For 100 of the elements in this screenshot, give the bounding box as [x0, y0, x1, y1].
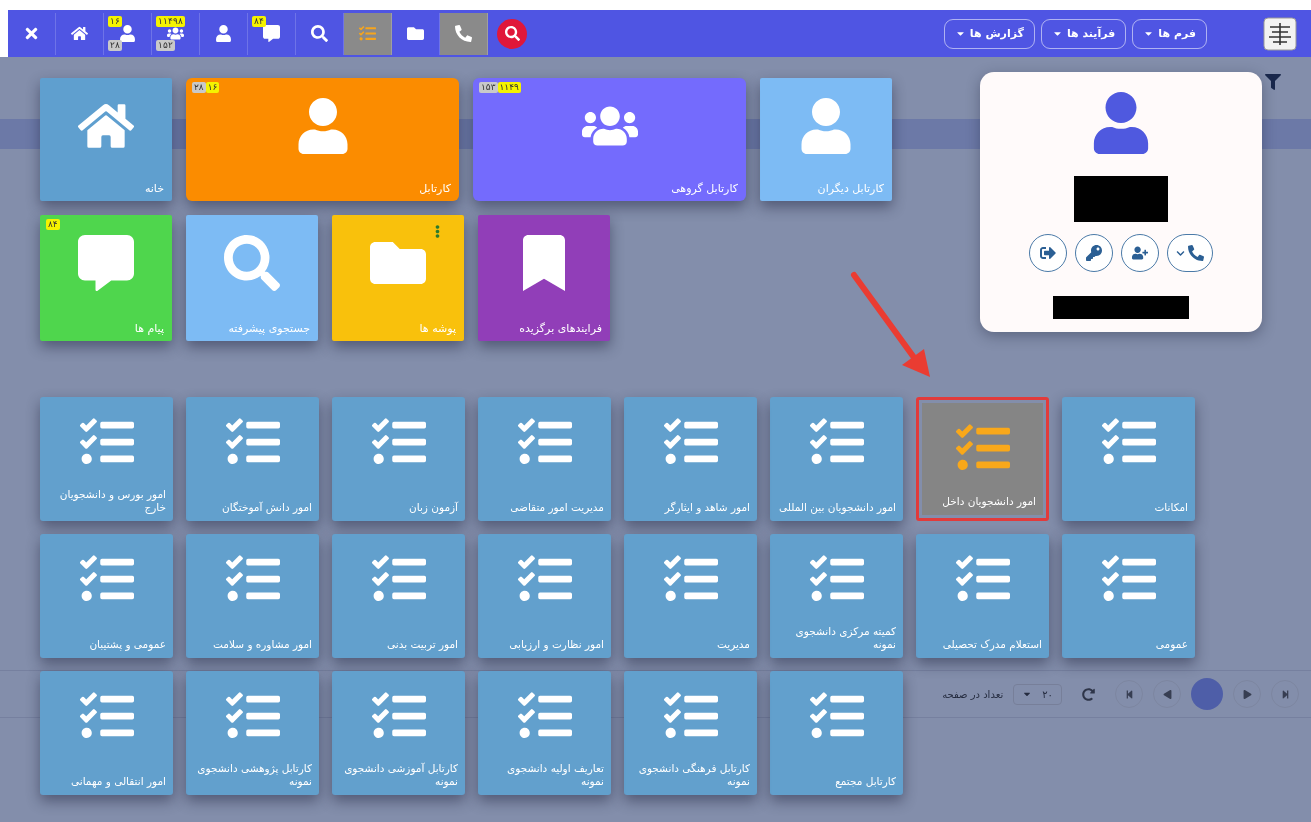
module-tile[interactable]: امور مشاوره و سلامت	[186, 534, 319, 658]
tile-label: کارتابل دیگران	[816, 182, 884, 195]
module-tile[interactable]: امور نظارت و ارزیابی	[478, 534, 611, 658]
count-badge: ۲۸	[192, 82, 206, 93]
user-badge-icon	[119, 25, 136, 42]
speech-bubble-icon	[78, 235, 134, 291]
refresh-icon	[1082, 687, 1095, 701]
module-tile[interactable]: عمومی	[1062, 534, 1195, 658]
tile-label: کارتابل پژوهشی دانشجوی نمونه	[196, 762, 313, 790]
module-tile[interactable]: امور دانش آموختگان	[186, 397, 319, 521]
tile-label: مدیریت امور متقاضی	[509, 501, 605, 516]
skip-forward-icon	[1280, 689, 1290, 699]
count-badge: ۱۶	[108, 15, 122, 27]
search-icon	[224, 235, 280, 291]
count-badge: ۱۵۲	[156, 39, 175, 51]
tile-label: پوشه ها	[418, 322, 456, 335]
add-user-icon	[1132, 245, 1148, 261]
shortcut-tile[interactable]: جستجوی پیشرفته	[186, 215, 318, 341]
chevron-icon	[1176, 248, 1185, 258]
menu-dropdown[interactable]: فرم ها	[1132, 18, 1207, 49]
module-tile[interactable]: تعاریف اولیه دانشجوی نمونه	[478, 671, 611, 795]
tile-label: تعاریف اولیه دانشجوی نمونه	[506, 762, 605, 790]
search-icon	[504, 26, 520, 41]
add-user-button[interactable]	[1121, 234, 1159, 272]
tile-label: امور دانشجویان بین المللی	[778, 501, 897, 516]
logout-button[interactable]	[1029, 234, 1067, 272]
logo-icon	[1263, 16, 1297, 51]
shortcut-tile[interactable]: ۱۱۴۹ ۱۵۳ کارتابل گروهی	[473, 78, 746, 201]
shortcut-tile[interactable]: ۱۶ ۲۸ کارتابل	[186, 78, 459, 201]
shortcut-tile[interactable]: فرایندهای برگزیده	[478, 215, 610, 341]
folder-icon	[407, 25, 424, 42]
shortcut-tile[interactable]: پوشه ها	[332, 215, 464, 341]
tile-label: استعلام مدرک تحصیلی	[941, 638, 1043, 653]
tile-label: پیام ها	[133, 322, 164, 335]
tile-label: عمومی و پشتیبان	[88, 638, 167, 653]
close-icon	[23, 25, 40, 42]
count-badge: ۸۴	[252, 15, 266, 27]
page-size-select[interactable]: ۲۰	[1013, 683, 1062, 705]
tile-label: آزمون زبان	[408, 501, 459, 516]
key-button[interactable]	[1075, 234, 1113, 272]
module-tile[interactable]: عمومی و پشتیبان	[40, 534, 173, 658]
module-tile[interactable]: امور شاهد و ایثارگر	[624, 397, 757, 521]
filter-icon	[1265, 74, 1281, 90]
message-button[interactable]: ۸۴	[248, 12, 296, 55]
tile-label: امور مشاوره و سلامت	[212, 638, 313, 653]
users-badge-button[interactable]: ۱۱۴۹۸ ۱۵۲	[152, 12, 200, 55]
shortcut-tile[interactable]: کارتابل دیگران	[760, 78, 892, 201]
home-icon	[71, 25, 88, 42]
tile-label: عمومی	[1154, 638, 1189, 653]
tile-label: جستجوی پیشرفته	[227, 322, 310, 335]
page-size-label: تعداد در صفحه	[942, 688, 1004, 700]
module-tile[interactable]: آزمون زبان	[332, 397, 465, 521]
module-tile[interactable]: مدیریت	[624, 534, 757, 658]
module-tile[interactable]: امور تربیت بدنی	[332, 534, 465, 658]
users-badge-icon	[167, 25, 184, 42]
count-badge: ۱۶	[205, 82, 220, 93]
tile-label: مدیریت	[715, 638, 751, 653]
tile-label: کارتابل آموزشی دانشجوی نمونه	[343, 762, 459, 790]
triangle-left-icon	[1162, 689, 1172, 699]
phone-button[interactable]	[1167, 234, 1213, 272]
shortcut-tile[interactable]: ۸۴ پیام ها	[40, 215, 172, 341]
count-badge: ۱۱۴۹۸	[156, 15, 185, 27]
module-tile[interactable]: امور دانشجویان بین المللی	[770, 397, 903, 521]
search-icon	[311, 25, 328, 42]
shortcut-tile[interactable]: خانه	[40, 78, 172, 201]
count-badge: ۲۸	[108, 39, 122, 51]
tile-label: امور انتقالی و مهمانی	[70, 775, 167, 790]
module-tile[interactable]: امکانات	[1062, 397, 1195, 521]
module-tile[interactable]: کمیته مرکزی دانشجوی نمونه	[770, 534, 903, 658]
module-tile[interactable]: کارتابل فرهنگی دانشجوی نمونه	[624, 671, 757, 795]
user-badge-button[interactable]: ۱۶ ۲۸	[104, 12, 152, 55]
count-badge: ۸۴	[46, 219, 60, 230]
count-badge: ۱۱۴۹	[497, 82, 521, 93]
user-icon	[215, 25, 232, 42]
logout-icon	[1040, 245, 1056, 261]
triangle-right-icon	[1242, 689, 1252, 699]
module-tile[interactable]: امور دانشجویان داخل	[916, 397, 1049, 521]
module-tile[interactable]: کارتابل مجتمع	[770, 671, 903, 795]
phone-icon	[1188, 245, 1204, 261]
checklist-button[interactable]	[344, 12, 392, 55]
message-icon	[263, 25, 280, 42]
tile-label: کارتابل گروهی	[670, 182, 738, 195]
module-tile[interactable]: کارتابل آموزشی دانشجوی نمونه	[332, 671, 465, 795]
module-tile[interactable]: امور بورس و دانشجویان خارج	[40, 397, 173, 521]
tile-label: کارتابل	[418, 182, 451, 195]
module-tile[interactable]: مدیریت امور متقاضی	[478, 397, 611, 521]
tile-label: کارتابل فرهنگی دانشجوی نمونه	[637, 762, 751, 790]
module-tile[interactable]: کارتابل پژوهشی دانشجوی نمونه	[186, 671, 319, 795]
checklist-icon	[359, 25, 376, 42]
module-tile[interactable]: استعلام مدرک تحصیلی	[916, 534, 1049, 658]
tile-label: کارتابل مجتمع	[834, 775, 897, 790]
tile-label: امور نظارت و ارزیابی	[508, 638, 605, 653]
tile-label: امور تربیت بدنی	[386, 638, 459, 653]
tile-label: امکانات	[1153, 501, 1189, 515]
menu-dropdown[interactable]: فرآیند ها	[1040, 18, 1127, 49]
tile-label: امور شاهد و ایثارگر	[663, 501, 751, 516]
tile-label: خانه	[143, 182, 164, 195]
module-tile[interactable]: امور انتقالی و مهمانی	[40, 671, 173, 795]
search-button[interactable]	[497, 18, 527, 49]
menu-dropdown[interactable]: گزارش ها	[943, 18, 1035, 49]
